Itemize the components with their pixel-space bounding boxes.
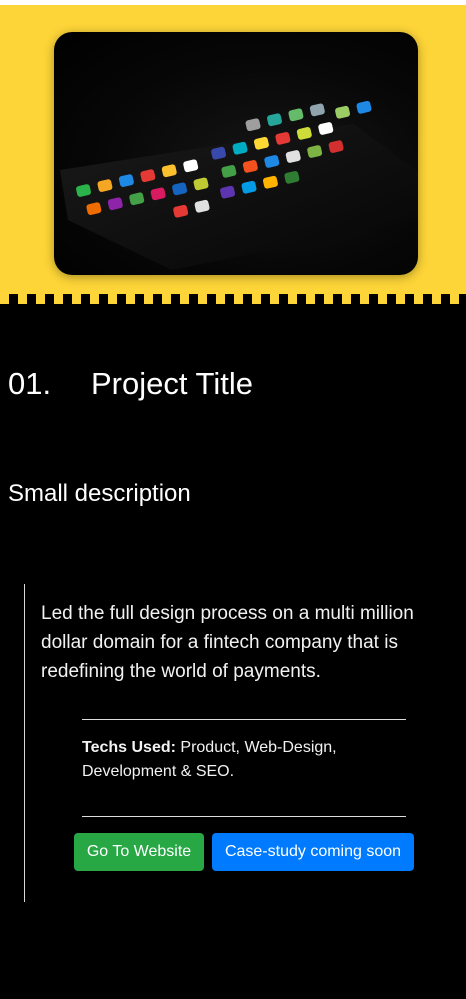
project-number: 01. (8, 366, 52, 401)
project-image (54, 32, 418, 275)
project-title: Project Title (91, 366, 253, 401)
hero-banner (0, 0, 466, 295)
smartphone-photo-icon (60, 100, 418, 270)
zigzag-divider (0, 294, 466, 304)
project-details: Led the full design process on a multi m… (41, 603, 414, 682)
divider-bottom (82, 816, 406, 817)
techs-used: Techs Used: Product, Web-Design, Develop… (82, 736, 382, 784)
vertical-rule (24, 584, 25, 902)
go-to-website-button[interactable]: Go To Website (74, 833, 204, 871)
case-study-button[interactable]: Case-study coming soon (212, 833, 414, 871)
techs-label: Techs Used: (82, 739, 176, 756)
divider-top (82, 719, 406, 720)
small-description: Small description (8, 480, 191, 507)
